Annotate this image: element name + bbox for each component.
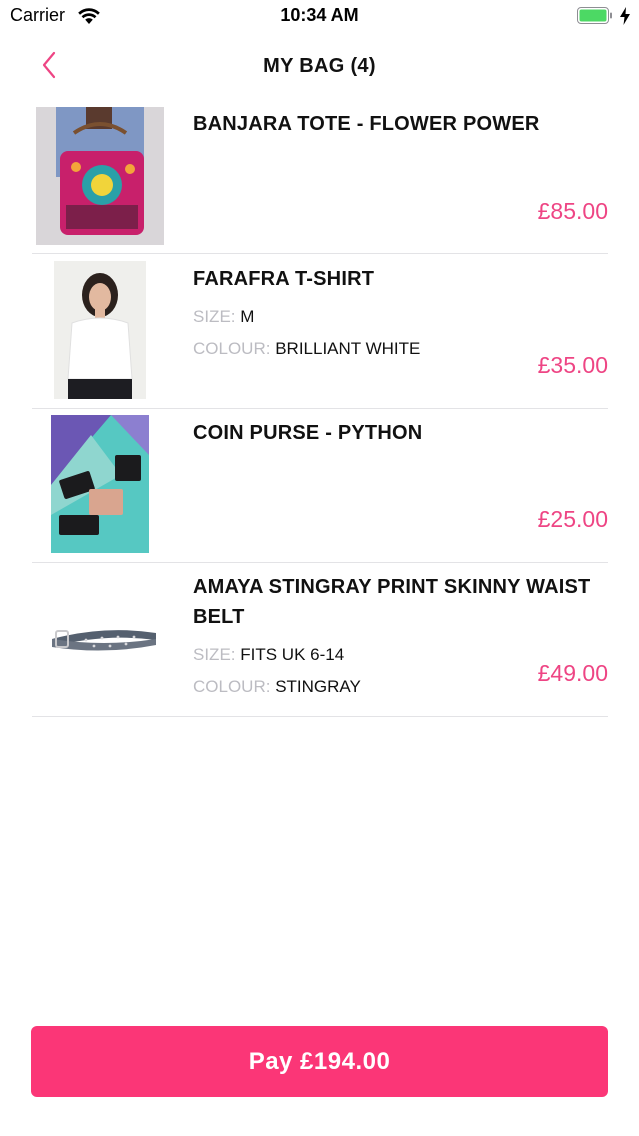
item-size: SIZE: FITS UK 6-14 xyxy=(193,645,344,665)
product-image-coin-purse xyxy=(51,415,149,553)
product-image-belt xyxy=(46,609,162,669)
item-name: AMAYA STINGRAY PRINT SKINNY WAIST BELT xyxy=(193,576,591,628)
item-size: SIZE: M xyxy=(193,307,254,327)
bag-item-coin-purse[interactable]: COIN PURSE - PYTHON £25.00 xyxy=(32,408,608,563)
bag-item-farafra-tshirt[interactable]: FARAFRA T-SHIRT SIZE: M COLOUR: BRILLIAN… xyxy=(32,254,608,409)
item-name: BANJARA TOTE - FLOWER POWER xyxy=(193,113,540,135)
size-value: FITS UK 6-14 xyxy=(240,645,345,664)
battery-icon xyxy=(577,7,612,24)
item-colour: COLOUR: BRILLIANT WHITE xyxy=(193,339,420,359)
charging-icon xyxy=(620,7,630,25)
colour-key: COLOUR: xyxy=(193,677,271,696)
size-value: M xyxy=(240,307,255,326)
item-colour: COLOUR: STINGRAY xyxy=(193,677,361,697)
colour-key: COLOUR: xyxy=(193,339,271,358)
colour-value: BRILLIANT WHITE xyxy=(275,339,421,358)
page-title: MY BAG (4) xyxy=(263,55,376,77)
item-price: £49.00 xyxy=(537,660,608,686)
size-key: SIZE: xyxy=(193,645,236,664)
pay-button[interactable]: Pay £194.00 xyxy=(31,1026,608,1097)
item-price: £35.00 xyxy=(537,352,608,378)
status-bar: Carrier 10:34 AM xyxy=(0,0,639,34)
item-price: £25.00 xyxy=(537,506,608,532)
product-image-tshirt xyxy=(54,261,146,399)
bag-item-stingray-belt[interactable]: AMAYA STINGRAY PRINT SKINNY WAIST BELT S… xyxy=(32,562,608,717)
colour-value: STINGRAY xyxy=(275,677,361,696)
item-name: COIN PURSE - PYTHON xyxy=(193,422,423,444)
bag-item-banjara-tote[interactable]: BANJARA TOTE - FLOWER POWER £85.00 xyxy=(32,99,608,254)
item-name: FARAFRA T-SHIRT xyxy=(193,268,375,290)
clock: 10:34 AM xyxy=(280,5,359,25)
size-key: SIZE: xyxy=(193,307,236,326)
product-image-tote xyxy=(36,107,164,245)
item-price: £85.00 xyxy=(537,198,608,224)
